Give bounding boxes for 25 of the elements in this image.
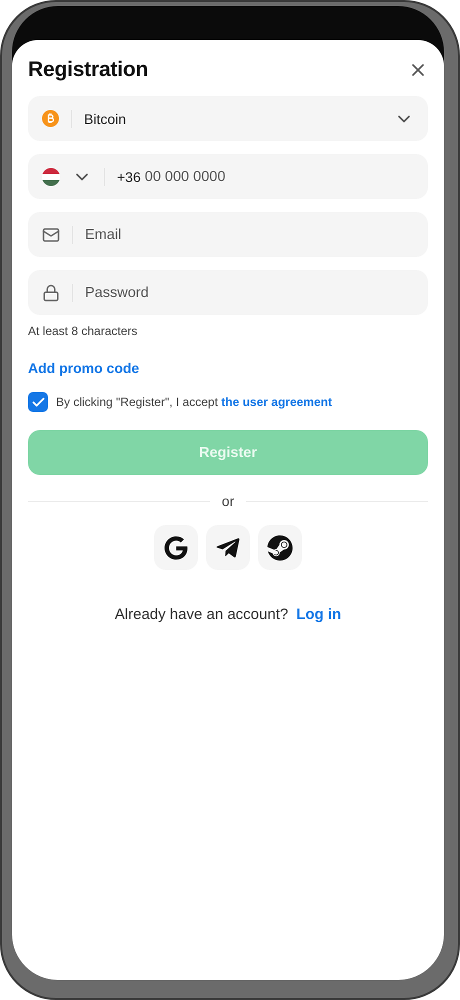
agreement-checkbox[interactable] bbox=[28, 392, 48, 412]
social-login-button[interactable] bbox=[258, 525, 302, 570]
mail-icon bbox=[42, 226, 60, 244]
login-link[interactable]: Log in bbox=[296, 606, 342, 623]
bitcoin-icon bbox=[42, 110, 59, 127]
password-field[interactable]: Password bbox=[28, 270, 428, 315]
social-login-button[interactable] bbox=[154, 525, 198, 570]
email-field[interactable]: Email bbox=[28, 212, 428, 257]
google-icon bbox=[164, 536, 188, 560]
login-prompt: Already have an account? bbox=[114, 606, 288, 623]
password-input[interactable]: Password bbox=[85, 284, 414, 300]
social-login-button[interactable] bbox=[206, 525, 250, 570]
user-agreement-link[interactable]: the user agreement bbox=[221, 395, 332, 409]
lock-icon bbox=[42, 284, 60, 302]
sheet-title: Registration bbox=[28, 58, 148, 82]
divider-text: or bbox=[222, 493, 234, 509]
flag-icon bbox=[42, 168, 60, 186]
steam-icon bbox=[267, 534, 293, 560]
currency-select[interactable]: Bitcoin bbox=[28, 96, 428, 141]
agreement-text: By clicking "Register", I accept the user agreement bbox=[56, 395, 332, 409]
email-input[interactable]: Email bbox=[85, 226, 414, 242]
password-hint: At least 8 characters bbox=[28, 324, 138, 338]
phone-field[interactable]: +36 00 000 0000 bbox=[28, 154, 428, 199]
promo-code-link[interactable]: Add promo code bbox=[28, 360, 140, 376]
phone-input[interactable]: 00 000 0000 bbox=[144, 168, 414, 184]
